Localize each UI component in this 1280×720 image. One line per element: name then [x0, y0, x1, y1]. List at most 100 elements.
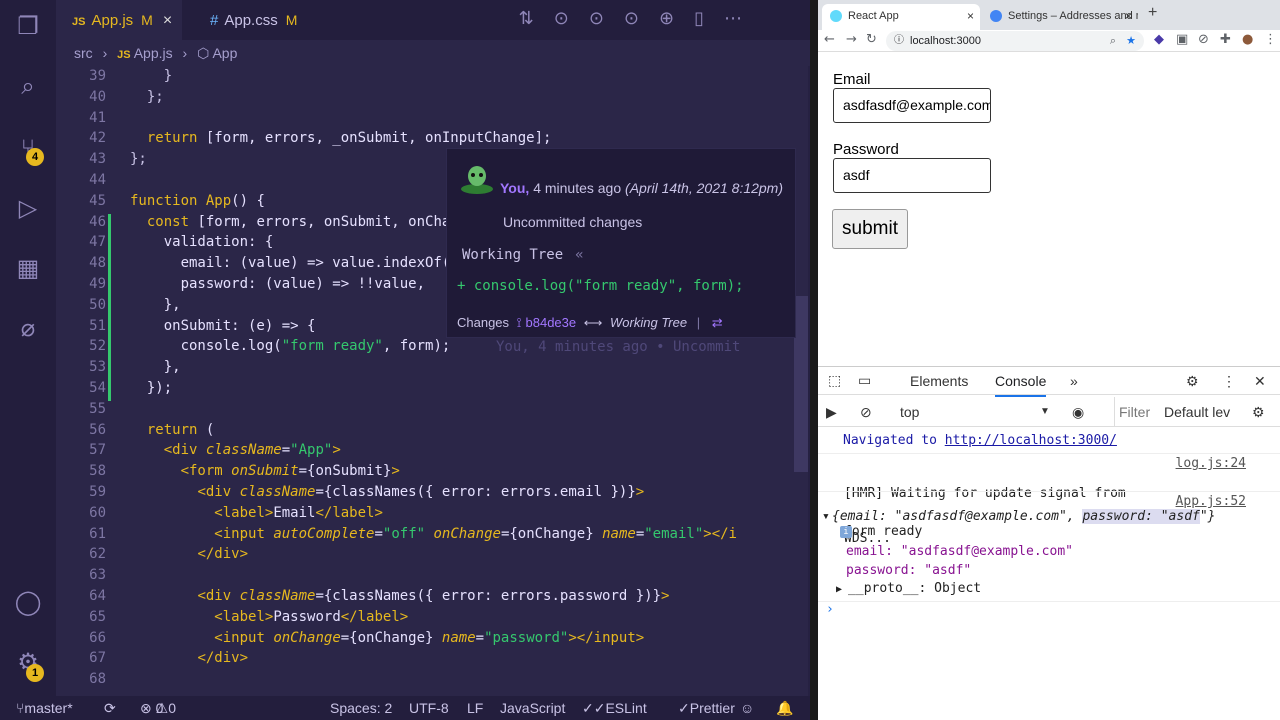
kebab-menu-icon[interactable]: ⋮ — [1222, 367, 1236, 395]
code-line[interactable]: }); — [130, 380, 172, 396]
changes-link[interactable]: Changes — [457, 315, 509, 330]
inspect-icon[interactable]: ⬚ — [828, 367, 841, 395]
code-line[interactable]: }; — [130, 89, 164, 105]
breadcrumb-file[interactable]: App.js — [134, 45, 173, 61]
back-icon[interactable]: ← — [824, 32, 835, 47]
browser-tab-settings[interactable]: Settings – Addresses and more × — [982, 4, 1138, 30]
compare-icon[interactable]: ⇅ — [519, 8, 554, 29]
navigated-url-link[interactable]: http://localhost:3000/ — [945, 433, 1117, 448]
working-tree-link[interactable]: Working Tree — [610, 315, 687, 330]
code-line[interactable]: email: (value) => value.indexOf( — [130, 255, 451, 271]
extension-icon[interactable]: ⊘ — [1198, 32, 1209, 47]
tab-app-css[interactable]: # App.css M — [194, 0, 324, 40]
clear-console-icon[interactable]: ⊘ — [860, 397, 872, 427]
open-changes-icon[interactable]: ⇄ — [712, 315, 723, 330]
breadcrumb-symbol[interactable]: App — [212, 45, 237, 61]
split-editor-icon[interactable]: ▯ — [694, 8, 724, 29]
code-line[interactable]: <input onChange={onChange} name="passwor… — [130, 630, 644, 646]
scrollbar-thumb[interactable] — [794, 296, 808, 472]
close-icon[interactable]: × — [967, 4, 974, 28]
gear-icon[interactable]: ⚙ — [1186, 367, 1199, 395]
submit-button[interactable]: submit — [832, 209, 908, 249]
indentation-status[interactable]: Spaces: 2 — [330, 696, 392, 720]
search-icon[interactable]: ⌕ — [14, 72, 42, 100]
run-debug-icon[interactable]: ▷ — [14, 194, 42, 222]
code-line[interactable]: </div> — [130, 650, 248, 666]
password-input[interactable]: asdf — [833, 158, 991, 193]
more-tabs-icon[interactable]: » — [1070, 367, 1078, 395]
timeline-icon[interactable]: ⊕ — [659, 8, 694, 29]
code-line[interactable]: }, — [130, 297, 181, 313]
more-icon[interactable]: ⋯ — [724, 8, 762, 29]
encoding-status[interactable]: UTF-8 — [409, 696, 449, 720]
zoom-icon[interactable]: ⌕ — [1110, 31, 1116, 51]
expand-caret-icon[interactable]: ▾ — [822, 509, 830, 524]
code-line[interactable]: return [form, errors, _onSubmit, onInput… — [130, 130, 552, 146]
source-link[interactable]: log.js:24 — [1176, 456, 1246, 471]
breadcrumb-folder[interactable]: src — [74, 45, 93, 61]
tab-app-js[interactable]: JS App.js M × — [56, 0, 182, 40]
code-line[interactable]: <div className="App"> — [130, 442, 341, 458]
code-line[interactable]: console.log("form ready", form); — [130, 338, 451, 354]
console-settings-icon[interactable]: ⚙ — [1252, 397, 1265, 427]
eol-status[interactable]: LF — [467, 696, 483, 720]
info-icon[interactable]: ⓘ — [894, 31, 904, 51]
code-line[interactable]: <label>Email</label> — [130, 505, 383, 521]
source-link[interactable]: App.js:52 — [1176, 494, 1246, 509]
prev-change-icon[interactable]: ⊙ — [589, 8, 624, 29]
extension-icon[interactable]: ▣ — [1176, 32, 1188, 47]
log-levels-dropdown[interactable]: Default lev — [1164, 397, 1230, 427]
next-change-icon[interactable]: ⊙ — [624, 8, 659, 29]
code-line[interactable]: password: (value) => !!value, — [130, 276, 425, 292]
branch-indicator[interactable]: ⑂ master* — [16, 696, 73, 720]
extension-icon[interactable]: ◆ — [1154, 32, 1164, 47]
profile-avatar[interactable]: ● — [1242, 32, 1253, 47]
code-line[interactable]: <div className={classNames({ error: erro… — [130, 484, 644, 500]
account-icon[interactable]: ◯ — [14, 588, 42, 616]
bookmark-star-icon[interactable]: ★ — [1126, 31, 1136, 51]
problems-indicator[interactable]: ⊗ 0 ⚠ 0 — [140, 696, 176, 720]
reload-icon[interactable]: ↻ — [866, 32, 877, 47]
code-line[interactable]: onSubmit: (e) => { — [130, 318, 316, 334]
chevrons-left-icon[interactable]: « — [575, 247, 583, 263]
kebab-menu-icon[interactable]: ⋮ — [1264, 32, 1277, 47]
close-icon[interactable]: × — [1125, 4, 1132, 28]
extensions-puzzle-icon[interactable]: ✚ — [1220, 32, 1231, 47]
tab-console[interactable]: Console — [995, 367, 1047, 397]
code-line[interactable]: <div className={classNames({ error: erro… — [130, 588, 669, 604]
code-line[interactable]: function App() { — [130, 193, 265, 209]
notifications-icon[interactable]: 🔔 — [776, 696, 793, 720]
code-line[interactable]: }; — [130, 151, 147, 167]
feedback-icon[interactable]: ☺ — [740, 696, 754, 720]
close-icon[interactable]: × — [163, 12, 172, 29]
files-icon[interactable]: ❐ — [14, 12, 42, 40]
code-line[interactable]: validation: { — [130, 234, 274, 250]
eslint-status[interactable]: ✓✓ ESLint — [582, 696, 647, 720]
code-line[interactable]: const [form, errors, onSubmit, onCha — [130, 214, 450, 230]
code-line[interactable]: }, — [130, 359, 181, 375]
browser-tab-react-app[interactable]: React App × — [822, 4, 980, 30]
prettier-status[interactable]: ✓ Prettier — [678, 696, 735, 720]
language-status[interactable]: JavaScript — [500, 696, 565, 720]
address-bar[interactable]: ⓘ localhost:3000 ⌕ ★ — [886, 31, 1144, 51]
sidebar-toggle-icon[interactable]: ▶ — [826, 397, 837, 427]
device-toolbar-icon[interactable]: ▭ — [858, 367, 871, 395]
commit-sha-link[interactable]: b84de3e — [526, 315, 577, 330]
info-badge-icon[interactable]: i — [840, 526, 852, 538]
code-line[interactable]: <input autoComplete="off" onChange={onCh… — [130, 526, 736, 542]
code-line[interactable]: </div> — [130, 546, 248, 562]
code-line[interactable]: return ( — [130, 422, 214, 438]
object-preview[interactable]: {email: "asdfasdf@example.com", password… — [832, 509, 1216, 524]
email-input[interactable]: asdfasdf@example.com — [833, 88, 991, 123]
console-filter-input[interactable]: Filter — [1114, 397, 1160, 427]
new-tab-button[interactable]: + — [1148, 4, 1157, 22]
sync-icon[interactable]: ⟳ — [104, 696, 116, 720]
object-proto-property[interactable]: ▶ __proto__: Object — [836, 581, 981, 596]
tab-elements[interactable]: Elements — [910, 367, 968, 395]
extensions-icon[interactable]: ▦ — [14, 254, 42, 282]
code-line[interactable]: } — [130, 68, 172, 84]
code-line[interactable]: <form onSubmit={onSubmit}> — [130, 463, 400, 479]
git-lens-icon[interactable]: ⌀ — [14, 314, 42, 342]
live-expression-eye-icon[interactable]: ◉ — [1072, 397, 1084, 427]
close-icon[interactable]: ✕ — [1254, 367, 1266, 395]
